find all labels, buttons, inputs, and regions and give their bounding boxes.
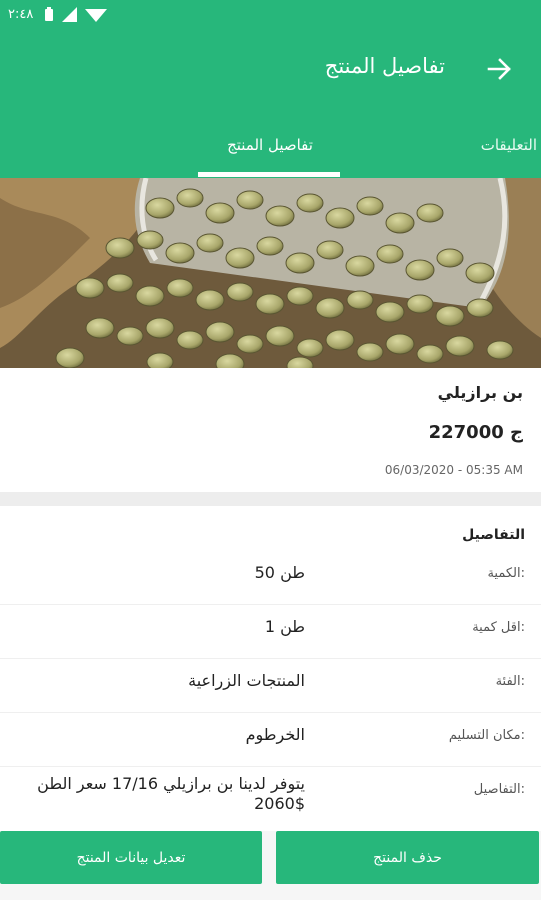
detail-row-delivery-place: مكان التسليم: الخرطوم xyxy=(0,712,541,767)
product-summary: بن برازيلي 227000 ج 06/03/2020 - 05:35 A… xyxy=(0,368,541,490)
details-title: التفاصيل xyxy=(462,527,525,543)
detail-row-category: الفئة: المنتجات الزراعية xyxy=(0,658,541,713)
detail-value: يتوفر لدينا بن برازيلي 17/16 سعر الطن 20… xyxy=(37,774,305,813)
details-section: التفاصيل الكمية: 50 طن اقل كمية: 1 طن ال… xyxy=(0,506,541,832)
status-time: ٢:٤٨ xyxy=(8,7,34,22)
section-divider xyxy=(0,492,541,506)
detail-row-description: التفاصيل: يتوفر لدينا بن برازيلي 17/16 س… xyxy=(0,766,541,832)
product-name: بن برازيلي xyxy=(437,383,523,402)
tab-indicator xyxy=(198,172,340,177)
tab-bar: تفاصيل المنتج التعليقات xyxy=(0,126,541,178)
detail-row-min-quantity: اقل كمية: 1 طن xyxy=(0,604,541,659)
status-bar: ٢:٤٨ xyxy=(0,0,541,32)
detail-label: مكان التسليم: xyxy=(448,728,525,743)
product-date: 06/03/2020 - 05:35 AM xyxy=(384,463,523,477)
product-image xyxy=(0,178,541,368)
detail-label: الفئة: xyxy=(495,674,525,689)
wifi-icon xyxy=(85,9,107,22)
page-title: تفاصيل المنتج xyxy=(324,54,445,78)
action-bar: تعديل بيانات المنتج حذف المنتج xyxy=(0,831,541,900)
detail-value: 50 طن xyxy=(254,563,305,582)
tab-product-details[interactable]: تفاصيل المنتج xyxy=(200,136,340,154)
detail-row-quantity: الكمية: 50 طن xyxy=(0,550,541,605)
status-icons xyxy=(44,6,107,22)
detail-value: الخرطوم xyxy=(245,725,305,744)
detail-value: 1 طن xyxy=(264,617,305,636)
detail-label: الكمية: xyxy=(487,566,525,581)
signal-icon xyxy=(62,6,77,22)
arrow-right-icon[interactable] xyxy=(483,52,517,86)
delete-product-button[interactable]: حذف المنتج xyxy=(276,831,539,884)
detail-label: التفاصيل: xyxy=(473,782,525,797)
tab-comments[interactable]: التعليقات xyxy=(481,136,537,154)
battery-icon xyxy=(45,6,53,21)
edit-product-button[interactable]: تعديل بيانات المنتج xyxy=(0,831,262,884)
detail-value: المنتجات الزراعية xyxy=(188,671,305,690)
product-price: 227000 ج xyxy=(428,422,523,443)
app-bar: ٢:٤٨ تفاصيل المنتج تفاصيل المنتج التعليق… xyxy=(0,0,541,178)
detail-label: اقل كمية: xyxy=(472,620,525,635)
